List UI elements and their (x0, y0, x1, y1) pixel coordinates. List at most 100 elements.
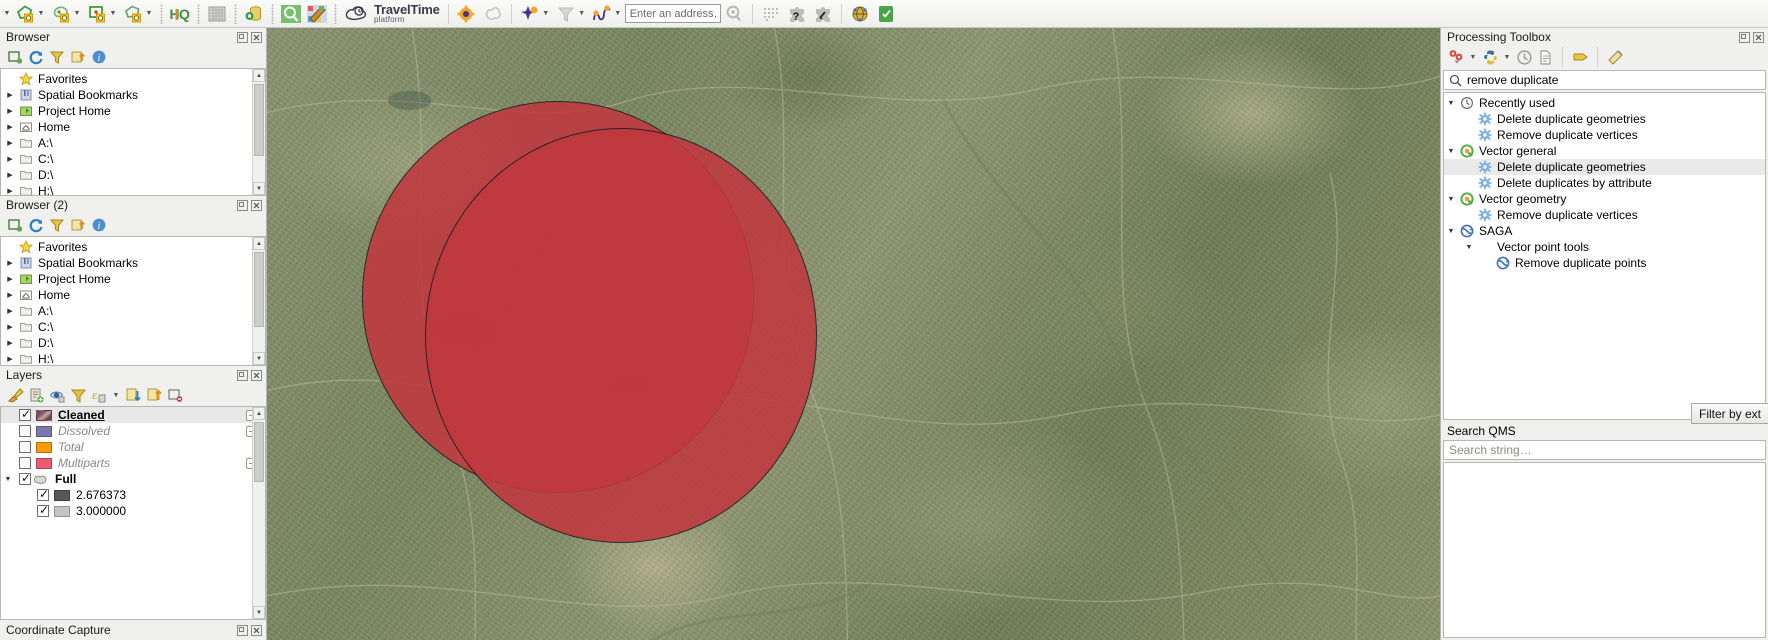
layer-tree-item[interactable]: Dissolved (1, 423, 265, 439)
browser-tree-item[interactable]: C:\ (1, 151, 265, 167)
browser-tree-item[interactable]: D:\ (1, 167, 265, 183)
filter-legend-expression-caret[interactable] (111, 384, 121, 406)
scroll-thumb[interactable] (254, 252, 264, 327)
browser-tree-item[interactable]: Project Home (1, 103, 265, 119)
expand-arrow-icon[interactable] (3, 255, 17, 271)
browser-tree-item[interactable]: D:\ (1, 335, 265, 351)
browser-float-button[interactable] (237, 31, 248, 43)
processing-algorithm-item[interactable]: Remove duplicate vertices (1444, 127, 1765, 143)
toolbar-button-db-manager[interactable] (241, 1, 267, 27)
processing-algorithm-item[interactable]: Remove duplicate vertices (1444, 207, 1765, 223)
collapse-all-icon[interactable] (69, 48, 87, 66)
toolbar-button-globe-plugin[interactable] (847, 1, 873, 27)
processing-algorithm-item[interactable]: Vector geometry (1444, 191, 1765, 207)
collapse-arrow-icon[interactable] (1444, 191, 1458, 207)
filter-by-extent-button[interactable]: Filter by ext (1690, 403, 1768, 424)
digitize-tool-3-caret[interactable] (108, 3, 118, 25)
models-caret[interactable] (1468, 46, 1478, 68)
browser2-float-button[interactable] (237, 199, 248, 211)
python-scripts-icon[interactable] (1481, 48, 1499, 66)
expand-arrow-icon[interactable] (3, 167, 17, 183)
collapse-arrow-icon[interactable] (1444, 223, 1458, 239)
browser-tree-item[interactable]: A:\ (1, 303, 265, 319)
browser-tree-item[interactable]: Spatial Bookmarks (1, 87, 265, 103)
filter-browser-icon[interactable] (48, 48, 66, 66)
layer-visibility-checkbox[interactable] (19, 441, 31, 453)
toolbar-button-style-painter[interactable] (304, 1, 330, 27)
address-input[interactable] (624, 4, 721, 23)
toolbar-button-plugin-help[interactable]: ? (784, 1, 810, 27)
traveltime-filter-caret[interactable] (577, 3, 587, 25)
scroll-up-arrow[interactable]: ▲ (253, 69, 265, 82)
toolbar-button-raster-plugin[interactable] (204, 1, 230, 27)
browser-tree-item[interactable]: A:\ (1, 135, 265, 151)
layer-visibility-checkbox[interactable] (19, 425, 31, 437)
toolbar-button-traveltime-settings[interactable] (454, 1, 480, 27)
expand-arrow-icon[interactable] (3, 119, 17, 135)
processing-algorithm-item[interactable]: Remove duplicate points (1444, 255, 1765, 271)
processing-toolbox-close-button[interactable] (1753, 31, 1764, 43)
processing-algorithm-item[interactable]: Delete duplicates by attribute (1444, 175, 1765, 191)
scroll-thumb[interactable] (254, 84, 264, 156)
toolbar-button-green-plugin[interactable] (873, 1, 899, 27)
browser-tree-item[interactable]: Favorites (1, 239, 265, 255)
expand-arrow-icon[interactable] (3, 351, 17, 365)
refresh-icon[interactable] (27, 48, 45, 66)
layer-tree-item[interactable]: Full (1, 471, 265, 487)
expand-arrow-icon[interactable] (3, 303, 17, 319)
search-qms-input[interactable]: Search string… (1443, 440, 1766, 460)
processing-algorithm-item[interactable]: Vector point tools (1444, 239, 1765, 255)
toolbar-button-plugin-settings[interactable] (810, 1, 836, 27)
browser-scrollbar[interactable]: ▲ ▼ (252, 69, 265, 195)
expand-arrow-icon[interactable] (3, 271, 17, 287)
filter-legend-icon[interactable] (69, 386, 87, 404)
manage-layer-visibility-icon[interactable] (48, 386, 66, 404)
browser-tree-item[interactable]: C:\ (1, 319, 265, 335)
toolbar-button-digitize-tool-1[interactable] (12, 1, 48, 27)
collapse-arrow-icon[interactable] (1444, 143, 1458, 159)
filter-legend-expression-icon[interactable]: ε (90, 386, 108, 404)
toolbar-button-traveltime-point[interactable] (517, 1, 553, 27)
toolbar-button-zoom-search[interactable] (278, 1, 304, 27)
map-canvas[interactable] (267, 28, 1440, 640)
coordinate-capture-close-button[interactable] (251, 624, 262, 636)
layer-tree-item[interactable]: Multiparts (1, 455, 265, 471)
coordinate-capture-float-button[interactable] (237, 624, 248, 636)
layer-tree-item[interactable]: 2.676373 (1, 487, 265, 503)
layers-tree[interactable]: Cleaned Dissolved Total Multiparts Full 2.676… (0, 406, 266, 620)
browser-close-button[interactable] (251, 31, 262, 43)
collapse-arrow-icon[interactable] (1462, 239, 1476, 255)
expand-arrow-icon[interactable] (3, 319, 17, 335)
browser-tree-item[interactable]: Home (1, 119, 265, 135)
expand-arrow-icon[interactable] (3, 135, 17, 151)
collapse-arrow-icon[interactable] (1444, 95, 1458, 111)
edit-features-in-place-icon[interactable] (1571, 48, 1589, 66)
processing-algorithm-item[interactable]: Recently used (1444, 95, 1765, 111)
properties-icon[interactable]: i (90, 48, 108, 66)
processing-algorithm-item[interactable]: SAGA (1444, 223, 1765, 239)
toolbar-button-digitize-tool-2[interactable] (48, 1, 84, 27)
toolbar-button-traveltime-route[interactable] (589, 1, 625, 27)
processing-toolbox-tree[interactable]: Recently used Delete duplicate geometries… (1443, 92, 1766, 420)
browser2-close-button[interactable] (251, 199, 262, 211)
traveltime-point-caret[interactable] (541, 3, 551, 25)
layer-tree-item[interactable]: Total (1, 439, 265, 455)
properties-icon[interactable]: i (90, 216, 108, 234)
browser-tree[interactable]: Favorites Spatial Bookmarks Project Home Ho… (0, 68, 266, 196)
collapse-all-icon[interactable] (69, 216, 87, 234)
results-viewer-icon[interactable] (1536, 48, 1554, 66)
refresh-icon[interactable] (27, 216, 45, 234)
scroll-down-arrow[interactable]: ▼ (253, 606, 265, 619)
browser-tree-item[interactable]: Home (1, 287, 265, 303)
expand-arrow-icon[interactable] (3, 335, 17, 351)
history-icon[interactable] (1515, 48, 1533, 66)
processing-algorithm-item[interactable]: Delete duplicate geometries (1444, 111, 1765, 127)
layer-visibility-checkbox[interactable] (37, 487, 49, 501)
open-layer-styling-icon[interactable] (6, 386, 24, 404)
processing-algorithm-item[interactable]: Delete duplicate geometries (1444, 159, 1765, 175)
scroll-up-arrow[interactable]: ▲ (253, 407, 265, 420)
layer-visibility-checkbox[interactable] (37, 503, 49, 517)
collapse-arrow-icon[interactable] (1, 471, 15, 487)
browser2-scrollbar[interactable]: ▲ ▼ (252, 237, 265, 365)
toolbar-button-digitize-tool-3[interactable] (84, 1, 120, 27)
